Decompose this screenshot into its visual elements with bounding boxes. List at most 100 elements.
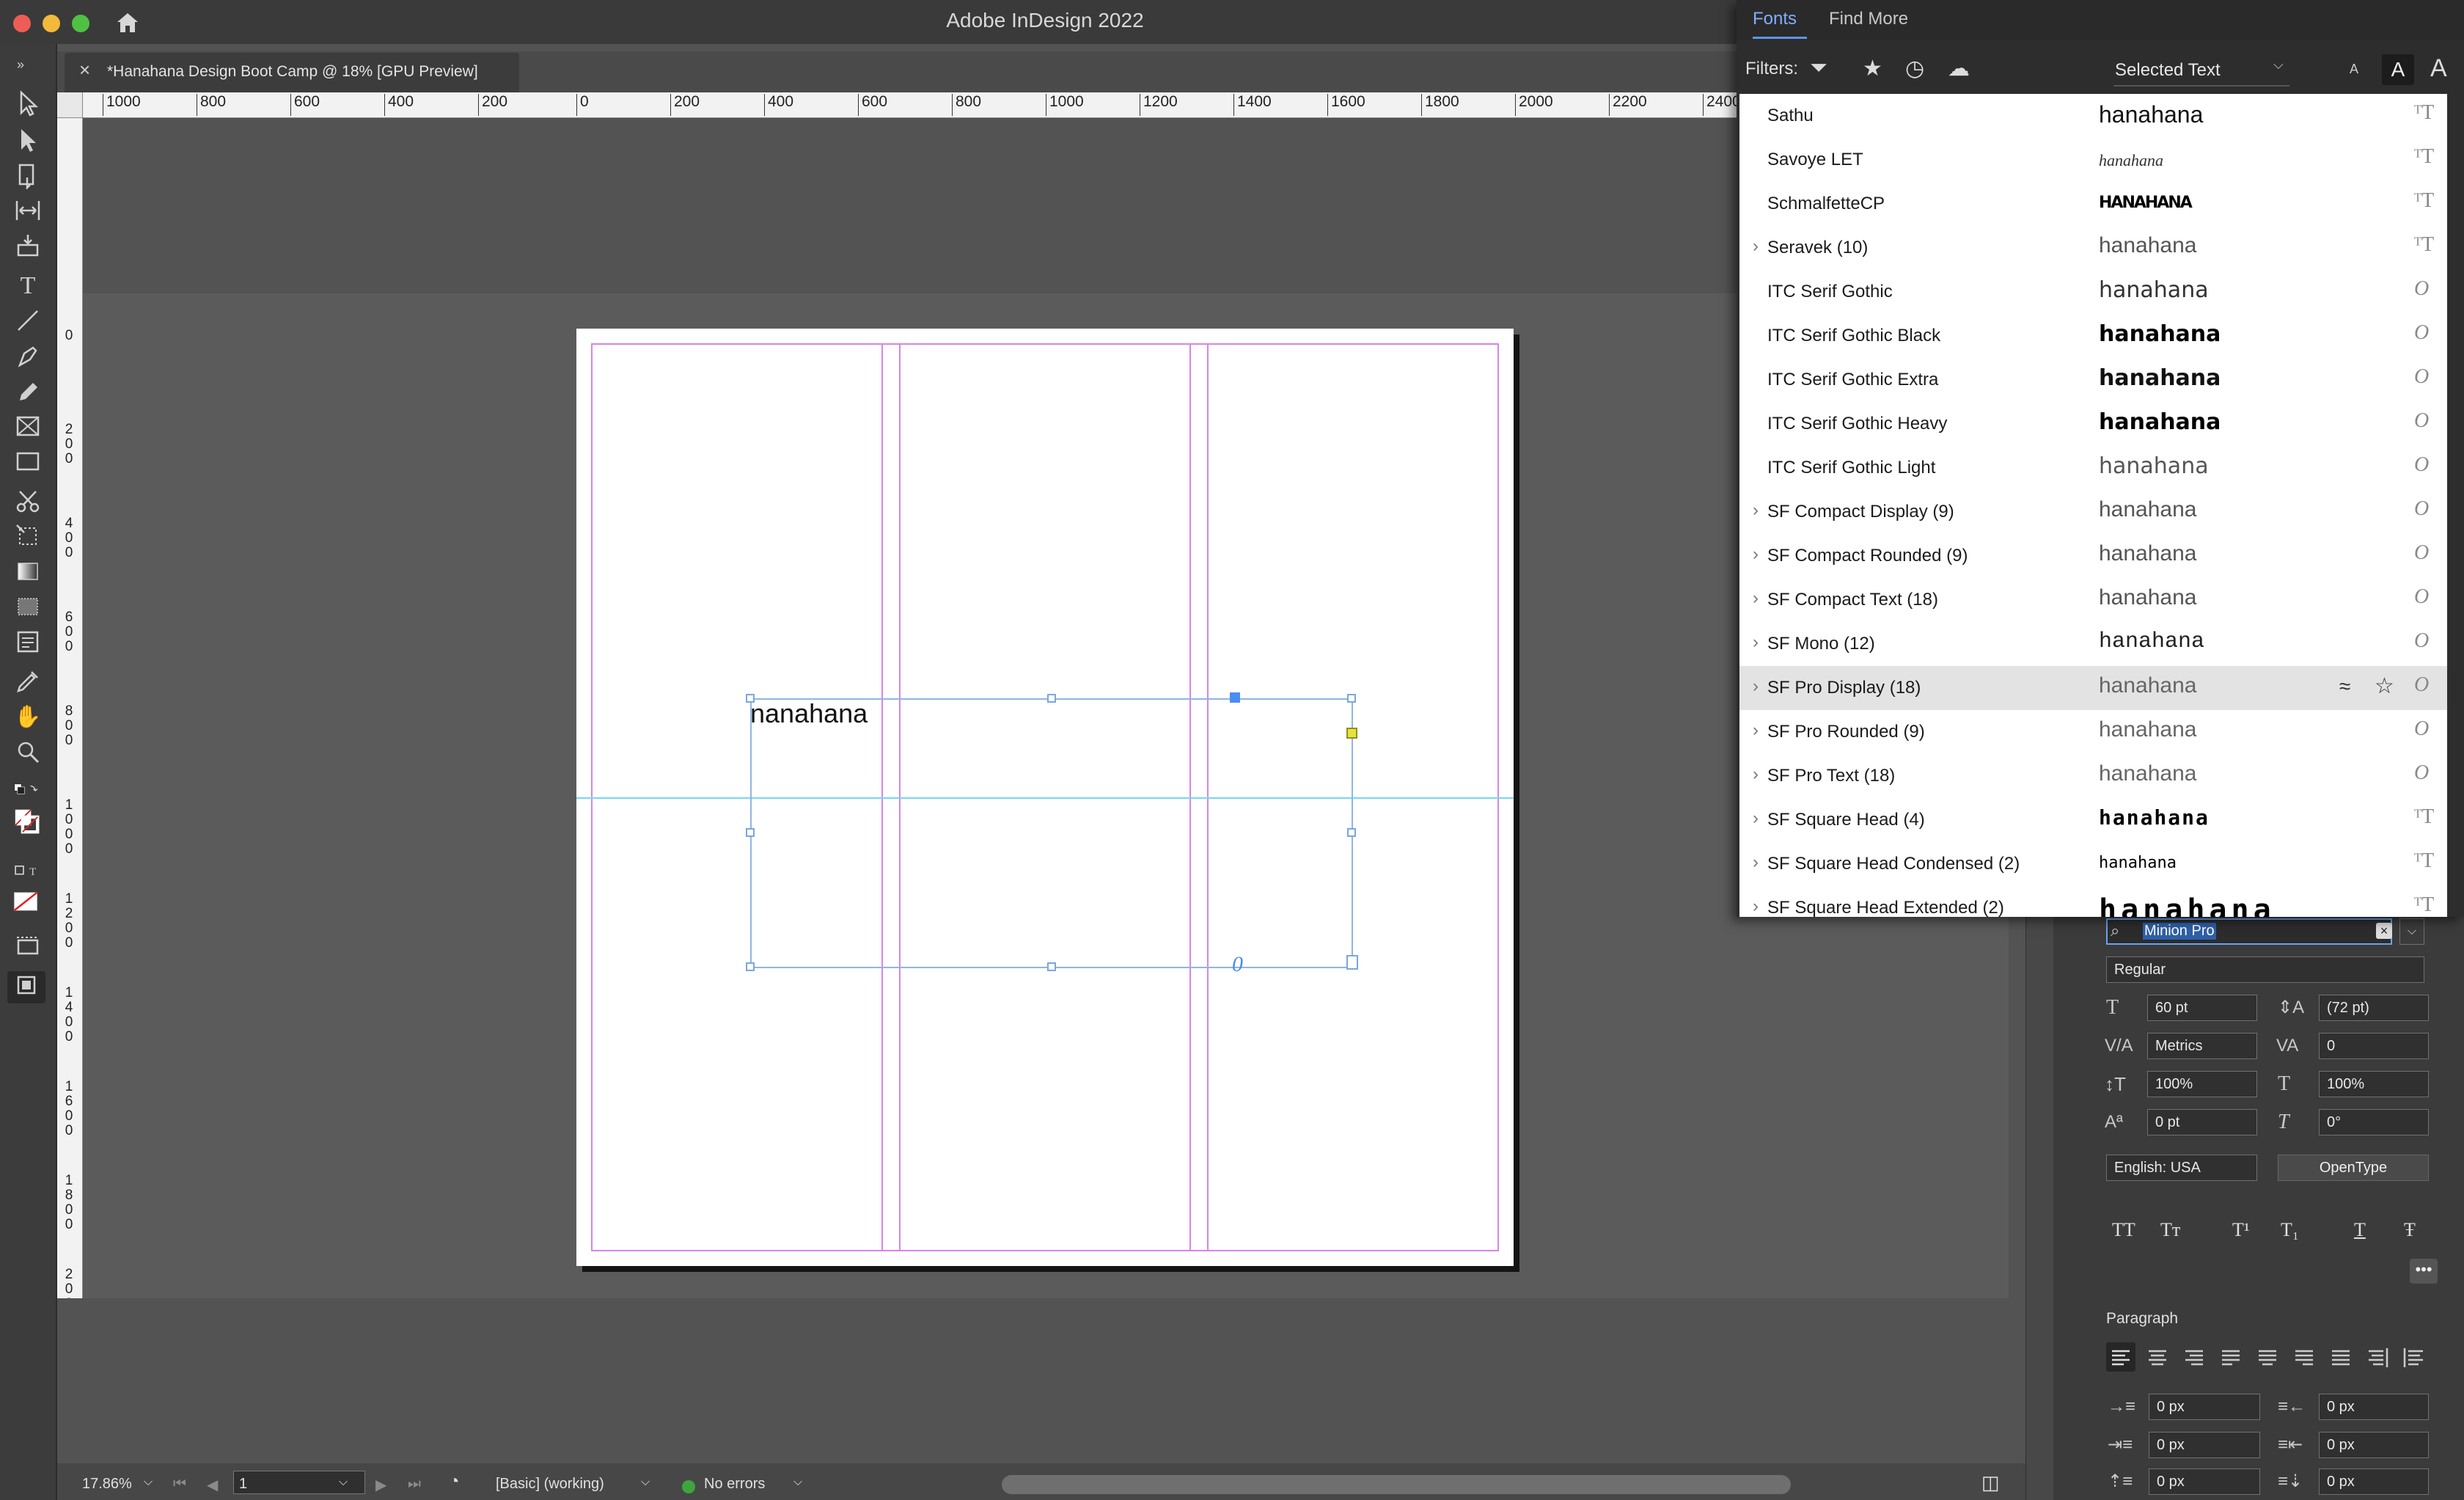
zoom-level[interactable]: 17.86% <box>82 1476 132 1493</box>
similar-fonts-icon[interactable]: ≈ <box>2339 675 2350 698</box>
frame-handle[interactable] <box>746 694 755 703</box>
baseline-shift-field[interactable]: 0 pt <box>2147 1109 2257 1135</box>
horizontal-scrollbar[interactable] <box>1002 1475 1791 1494</box>
note-tool-icon[interactable] <box>13 628 43 657</box>
tab-find-more[interactable]: Find More <box>1829 9 1908 29</box>
justify-left-button[interactable] <box>2216 1342 2245 1372</box>
justify-right-button[interactable] <box>2289 1342 2319 1372</box>
align-away-from-spine-button[interactable] <box>2399 1342 2429 1372</box>
search-icon[interactable]: ⌕ <box>2111 921 2119 940</box>
preflight-errors[interactable]: No errors <box>704 1476 765 1493</box>
pen-tool-icon[interactable] <box>13 342 43 371</box>
kerning-field[interactable]: Metrics <box>2147 1033 2257 1059</box>
superscript-button[interactable]: T¹ <box>2232 1219 2250 1241</box>
underline-button[interactable]: T <box>2354 1219 2366 1241</box>
opentype-badge-icon[interactable]: 0 <box>1232 952 1243 977</box>
rectangle-frame-tool-icon[interactable] <box>13 412 43 442</box>
expand-chevron-icon[interactable]: › <box>1753 852 1759 873</box>
font-row[interactable]: › SF Pro Text (18) hanahana O <box>1739 754 2447 798</box>
medium-sample-size-button[interactable]: A <box>2382 54 2414 85</box>
font-row[interactable]: › SF Pro Rounded (9) hanahana O <box>1739 710 2447 754</box>
activated-fonts-icon[interactable]: ☁ <box>1948 56 1970 81</box>
page-tool-icon[interactable] <box>13 161 43 191</box>
font-row[interactable]: ITC Serif Gothic Heavy hanahana O <box>1739 402 2447 446</box>
space-before-field[interactable]: 0 px <box>2149 1468 2260 1495</box>
filter-classification-icon[interactable]: ⏷ <box>1810 56 1827 81</box>
small-caps-button[interactable]: Tт <box>2160 1219 2180 1241</box>
split-view-icon[interactable]: ◫ <box>1981 1471 2000 1494</box>
in-port-handle[interactable] <box>1230 692 1240 703</box>
left-indent-field[interactable]: 0 px <box>2149 1394 2260 1420</box>
small-sample-size-button[interactable]: A <box>2350 62 2358 77</box>
right-indent-field[interactable]: 0 px <box>2319 1394 2429 1420</box>
font-row[interactable]: ITC Serif Gothic hanahana O <box>1739 270 2447 314</box>
expand-chevron-icon[interactable]: › <box>1753 764 1759 785</box>
gradient-swatch-tool-icon[interactable] <box>13 557 43 587</box>
expand-chevron-icon[interactable]: › <box>1753 500 1759 521</box>
zoom-dropdown-icon[interactable]: ⌵ <box>144 1476 153 1489</box>
formatting-affects-container-icon[interactable]: T <box>6 857 47 886</box>
font-row[interactable]: › SF Mono (12) hanahana O <box>1739 622 2447 666</box>
collapse-panel-icon[interactable]: » <box>6 50 35 79</box>
font-row[interactable]: ITC Serif Gothic Black hanahana O <box>1739 314 2447 358</box>
expand-chevron-icon[interactable]: › <box>1753 544 1759 565</box>
font-row[interactable]: SchmalfetteCP HANAHANA ᵀT <box>1739 182 2447 226</box>
preflight-profile[interactable]: [Basic] (working) <box>496 1476 604 1493</box>
font-row[interactable]: › SF Compact Rounded (9) hanahana O <box>1739 534 2447 578</box>
leading-field[interactable]: (72 pt) <box>2319 995 2429 1021</box>
large-sample-size-button[interactable]: A <box>2430 54 2447 83</box>
scissors-tool-icon[interactable] <box>13 487 43 516</box>
skew-field[interactable]: 0° <box>2319 1109 2429 1135</box>
gap-tool-icon[interactable] <box>13 197 43 226</box>
font-size-field[interactable]: 60 pt <box>2147 995 2257 1021</box>
justify-center-button[interactable] <box>2253 1342 2282 1372</box>
font-style-dropdown[interactable]: Regular <box>2106 956 2424 983</box>
expand-chevron-icon[interactable]: › <box>1753 896 1759 917</box>
fill-stroke-swatch-icon[interactable] <box>4 807 48 851</box>
corner-options-handle[interactable] <box>1346 728 1357 739</box>
font-row[interactable]: Sathu hanahana ᵀT <box>1739 94 2447 138</box>
frame-handle[interactable] <box>746 962 755 971</box>
font-family-dropdown-icon[interactable]: ⌵ <box>2399 918 2424 945</box>
font-row-selected[interactable]: › SF Pro Display (18) hanahana ≈ ☆ O <box>1739 666 2447 710</box>
font-family-value[interactable]: Minion Pro <box>2143 923 2216 940</box>
strikethrough-button[interactable]: Ŧ <box>2404 1219 2416 1241</box>
tracking-field[interactable]: 0 <box>2319 1033 2429 1059</box>
all-caps-button[interactable]: TT <box>2112 1219 2135 1241</box>
subscript-button[interactable]: T₁ <box>2281 1219 2299 1241</box>
favorites-filter-icon[interactable]: ★ <box>1863 56 1882 81</box>
frame-handle[interactable] <box>1347 828 1356 837</box>
content-collector-icon[interactable] <box>13 232 43 261</box>
align-toward-spine-button[interactable] <box>2363 1342 2392 1372</box>
line-tool-icon[interactable] <box>13 307 43 336</box>
frame-text[interactable]: nanahana <box>750 698 868 729</box>
frame-handle[interactable] <box>1347 694 1356 703</box>
align-right-button[interactable] <box>2179 1342 2209 1372</box>
vertical-ruler[interactable]: 0 200 400 600 800 1000 1200 1400 1600 18… <box>57 117 83 1298</box>
ruler-origin[interactable] <box>57 92 83 118</box>
expand-chevron-icon[interactable]: › <box>1753 676 1759 697</box>
zoom-tool-icon[interactable] <box>13 738 43 767</box>
expand-chevron-icon[interactable]: › <box>1753 808 1759 829</box>
hand-tool-icon[interactable]: ✋ <box>13 703 43 732</box>
font-row[interactable]: › SF Compact Text (18) hanahana O <box>1739 578 2447 622</box>
font-row[interactable]: › SF Square Head (4) hanahana ᵀT <box>1739 798 2447 842</box>
close-tab-icon[interactable]: × <box>79 59 90 81</box>
align-left-button[interactable] <box>2106 1342 2135 1372</box>
space-after-field[interactable]: 0 px <box>2319 1468 2429 1495</box>
screen-mode-icon[interactable] <box>13 933 43 962</box>
favorite-star-icon[interactable]: ☆ <box>2375 673 2394 699</box>
horizontal-ruler[interactable]: 1000 800 600 400 200 0 200 400 600 800 1… <box>57 92 1744 118</box>
font-row[interactable]: ITC Serif Gothic Extra hanahana O <box>1739 358 2447 402</box>
out-port-handle[interactable] <box>1346 955 1358 970</box>
font-row[interactable]: › SF Compact Display (9) hanahana O <box>1739 490 2447 534</box>
expand-chevron-icon[interactable]: › <box>1753 236 1759 257</box>
last-line-indent-field[interactable]: 0 px <box>2319 1432 2429 1458</box>
expand-chevron-icon[interactable]: › <box>1753 588 1759 609</box>
apply-none-icon[interactable] <box>9 888 43 917</box>
frame-handle[interactable] <box>1047 962 1056 971</box>
preview-dropdown-icon[interactable]: ⌵ <box>2273 57 2284 73</box>
justify-all-button[interactable] <box>2326 1342 2355 1372</box>
first-line-indent-field[interactable]: 0 px <box>2149 1432 2260 1458</box>
free-transform-tool-icon[interactable] <box>13 522 43 552</box>
